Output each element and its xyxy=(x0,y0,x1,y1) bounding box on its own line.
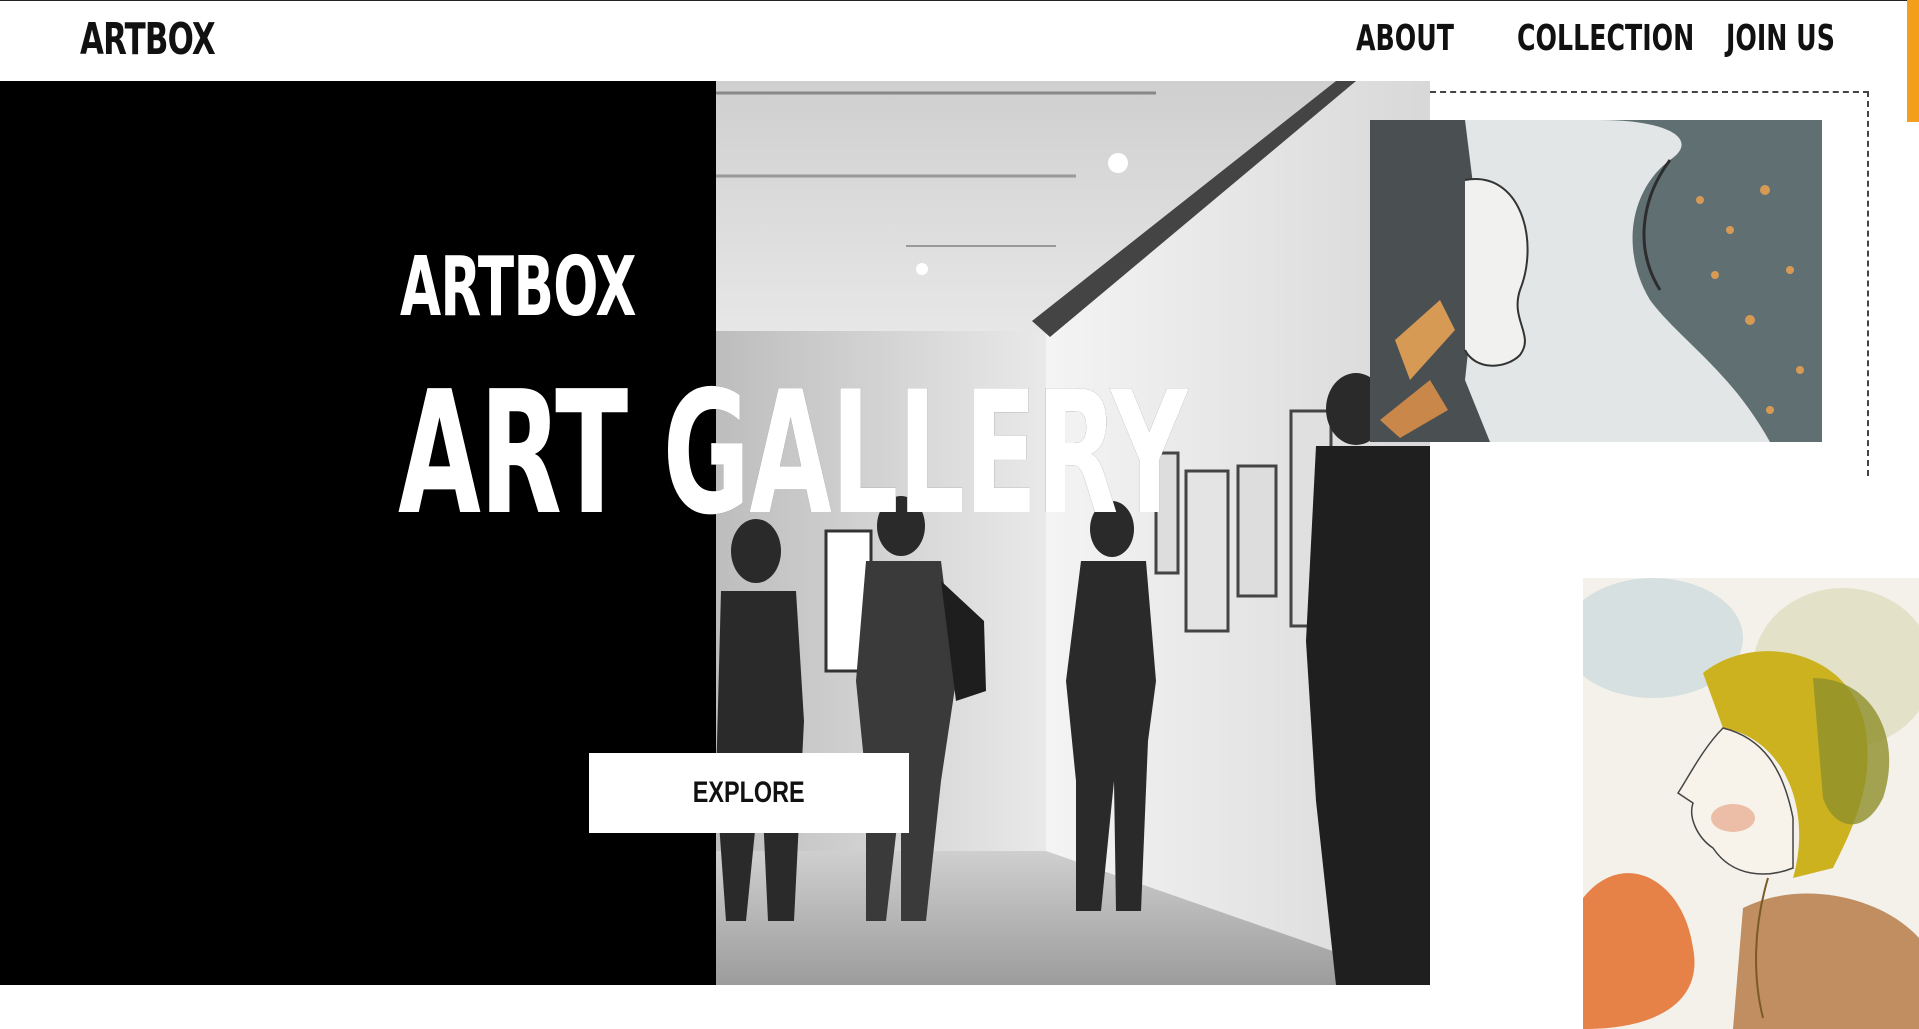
explore-button[interactable]: EXPLORE xyxy=(589,753,909,833)
nav-join-us[interactable]: JOIN US xyxy=(1726,18,1835,59)
nav-collection[interactable]: COLLECTION xyxy=(1517,18,1694,59)
top-border xyxy=(0,0,1919,1)
artwork-woman-portrait xyxy=(1583,578,1919,1029)
site-logo[interactable]: ARTBOX xyxy=(80,14,216,65)
hero-title: ART GALLERY xyxy=(398,355,1188,553)
artwork-woman-leopard xyxy=(1370,120,1822,442)
hero-subtitle: ARTBOX xyxy=(400,240,636,335)
accent-bar xyxy=(1907,0,1919,122)
nav-about[interactable]: ABOUT xyxy=(1356,18,1454,59)
explore-button-label: EXPLORE xyxy=(693,776,805,809)
